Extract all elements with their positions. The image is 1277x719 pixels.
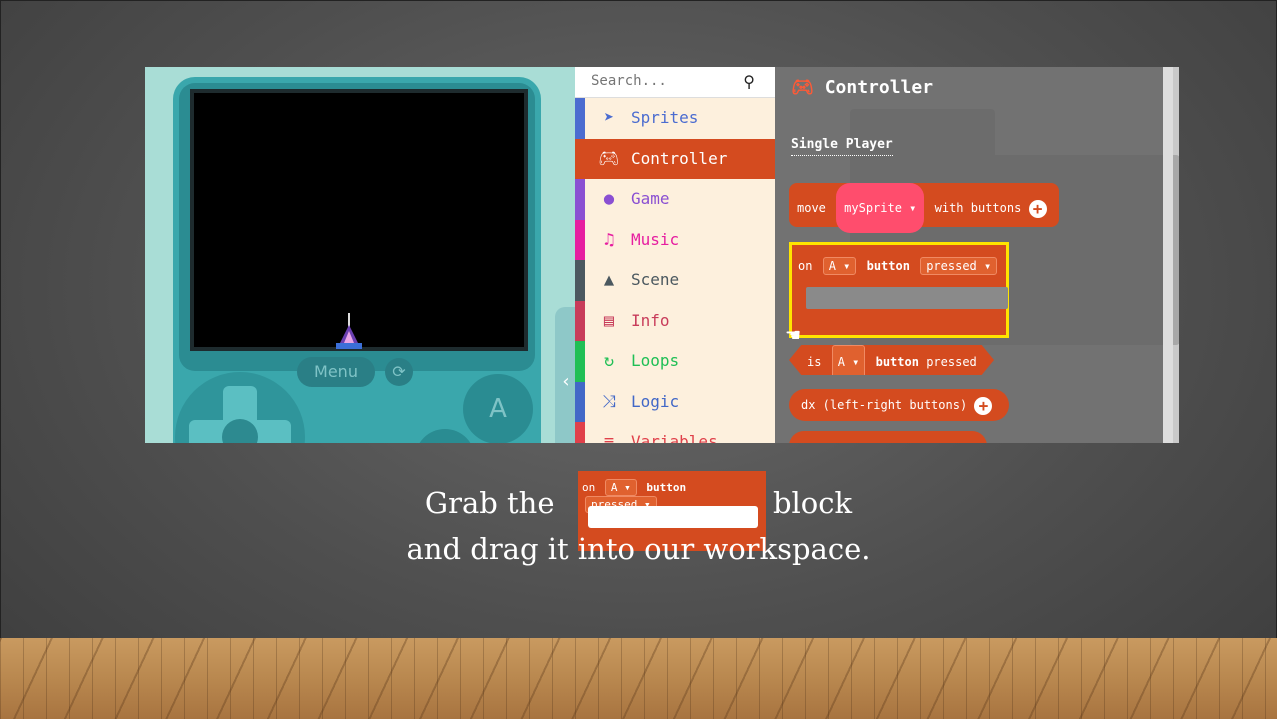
category-color-bar — [575, 98, 585, 139]
gamepad-icon: 🎮︎ — [598, 148, 620, 169]
sprite-icon — [336, 313, 362, 349]
block-text: move — [797, 201, 826, 215]
category-label: Loops — [631, 351, 680, 370]
category-color-bar — [575, 341, 585, 382]
block-text: on — [798, 259, 813, 273]
category-label: Variables — [631, 432, 718, 443]
slide-caption: Grab the block and drag it into our work… — [0, 480, 1277, 572]
block-text: with buttons — [934, 201, 1022, 215]
category-label: Sprites — [631, 108, 699, 127]
block-header: on A ▾ button pressed ▾ — [798, 257, 1000, 275]
caption-line-2: and drag it into our workspace. — [406, 532, 871, 566]
toolbox: ⚲ ➤ Sprites 🎮︎ Controller ● Game ♫ Music… — [575, 67, 775, 443]
caption-text-start: Grab the — [424, 486, 555, 520]
hand-cursor-icon: ☚ — [785, 325, 802, 346]
flyout-title-text: Controller — [824, 77, 934, 98]
button-dropdown[interactable]: A ▾ — [831, 345, 866, 375]
partial-block[interactable] — [789, 431, 987, 443]
category-label: Scene — [631, 270, 680, 289]
block-text: pressed — [926, 355, 977, 369]
button-dropdown[interactable]: A ▾ — [822, 257, 857, 275]
gamepad-icon: 🎮︎ — [791, 77, 814, 98]
menu-button[interactable]: Menu — [297, 357, 375, 387]
simulator-panel: Menu ⟳ A ‹ — [145, 67, 577, 443]
plus-icon[interactable]: + — [974, 396, 993, 415]
restart-icon[interactable]: ⟳ — [385, 358, 413, 386]
category-color-bar — [575, 422, 585, 443]
category-color-bar — [575, 179, 585, 220]
headphones-icon: ♫ — [603, 229, 615, 250]
caption-text-end: block — [772, 486, 853, 520]
category-color-bar — [575, 260, 585, 301]
category-logic[interactable]: ⤨ Logic — [575, 381, 775, 422]
block-flyout: 🎮︎ Controller Single Player move mySprit… — [775, 67, 1163, 443]
search-input[interactable] — [591, 73, 721, 89]
category-scene[interactable]: ▲ Scene — [575, 260, 775, 301]
list-icon: ≡ — [603, 432, 615, 443]
sprite-dropdown[interactable]: mySprite ▾ — [836, 183, 925, 233]
workspace-scrollbar[interactable] — [1163, 67, 1173, 443]
category-label: Game — [631, 189, 670, 208]
flyout-title: 🎮︎ Controller — [791, 77, 933, 98]
block-text: is — [807, 355, 822, 369]
category-sprites[interactable]: ➤ Sprites — [575, 98, 775, 139]
category-label: Logic — [631, 391, 680, 411]
block-text: button — [866, 259, 910, 273]
collapse-simulator-icon[interactable]: ‹ — [555, 307, 577, 443]
editor-screenshot: Menu ⟳ A ‹ ⚲ ➤ Sprites 🎮︎ Controller ● — [145, 67, 1179, 443]
category-loops[interactable]: ↻ Loops — [575, 341, 775, 382]
category-color-bar — [575, 219, 585, 260]
block-text: dx (left-right buttons) — [801, 398, 968, 412]
statement-slot — [806, 287, 1008, 309]
event-dropdown[interactable]: pressed ▾ — [920, 257, 998, 275]
category-color-bar — [575, 300, 585, 341]
game-screen[interactable] — [190, 89, 528, 351]
block-text: button — [875, 355, 919, 369]
category-music[interactable]: ♫ Music — [575, 219, 775, 260]
circle-icon: ● — [603, 189, 615, 209]
search-bar: ⚲ — [575, 67, 775, 98]
dx-block[interactable]: dx (left-right buttons) + — [789, 389, 1009, 421]
is-button-pressed-block[interactable]: is A ▾ button pressed — [789, 345, 994, 375]
category-variables[interactable]: ≡ Variables — [575, 422, 775, 443]
a-button[interactable]: A — [463, 374, 533, 443]
refresh-icon: ↻ — [603, 351, 615, 371]
paper-plane-icon: ➤ — [603, 108, 615, 128]
category-color-bar — [575, 138, 585, 179]
tree-icon: ▲ — [603, 270, 615, 290]
wood-floor — [0, 638, 1277, 719]
caption-line-1: Grab the block — [0, 480, 1277, 526]
category-info[interactable]: ▤ Info — [575, 300, 775, 341]
shuffle-icon: ⤨ — [602, 391, 616, 412]
category-game[interactable]: ● Game — [575, 179, 775, 220]
on-button-pressed-block[interactable]: on A ▾ button pressed ▾ — [789, 242, 1009, 338]
move-sprite-block[interactable]: move mySprite ▾ with buttons + — [789, 183, 1059, 233]
category-label: Music — [631, 229, 680, 249]
category-label: Controller — [631, 148, 728, 168]
search-icon[interactable]: ⚲ — [743, 72, 755, 91]
flyout-subtitle: Single Player — [791, 137, 893, 156]
plus-icon[interactable]: + — [1028, 199, 1047, 218]
id-card-icon: ▤ — [603, 310, 615, 331]
category-label: Info — [631, 310, 670, 330]
category-color-bar — [575, 381, 585, 422]
category-controller[interactable]: 🎮︎ Controller — [575, 138, 775, 179]
